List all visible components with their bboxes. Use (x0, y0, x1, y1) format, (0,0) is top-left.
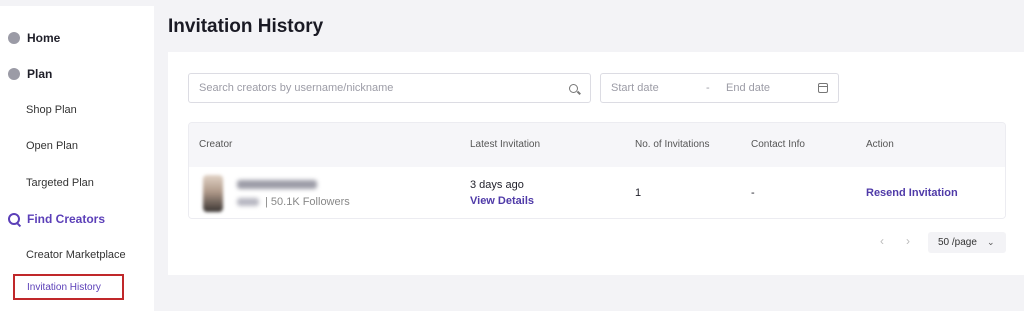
sidebar-item-label: Find Creators (27, 212, 106, 226)
sidebar: Home Plan Shop Plan Open Plan Targeted P… (0, 6, 154, 311)
creator-name-blurred[interactable] (237, 180, 317, 189)
content-card: Search creators by username/nickname Sta… (168, 52, 1024, 275)
sidebar-item-label: Open Plan (26, 140, 78, 152)
home-icon (8, 32, 20, 44)
invitation-table: Creator Latest Invitation No. of Invitat… (188, 122, 1006, 219)
column-header-creator: Creator (199, 139, 233, 150)
page-title: Invitation History (168, 16, 324, 37)
page-size-select[interactable]: 50 /page ⌄ (928, 232, 1006, 253)
sidebar-item-label: Home (27, 31, 61, 45)
sidebar-item-label: Invitation History (27, 281, 101, 293)
date-separator: - (706, 82, 710, 94)
date-range-picker[interactable]: Start date - End date (600, 73, 839, 103)
invitation-count: 1 (635, 187, 642, 199)
sidebar-item-creator-marketplace[interactable]: Creator Marketplace (26, 249, 126, 261)
sidebar-item-shop-plan[interactable]: Shop Plan (26, 104, 77, 116)
sidebar-item-invitation-history[interactable]: Invitation History (13, 274, 124, 300)
column-header-contact-info: Contact Info (751, 139, 805, 150)
search-input[interactable]: Search creators by username/nickname (188, 73, 591, 103)
column-header-no-of-invitations: No. of Invitations (635, 139, 710, 150)
sidebar-item-home[interactable]: Home (8, 31, 60, 45)
contact-info: - (751, 187, 755, 199)
search-placeholder: Search creators by username/nickname (199, 82, 394, 94)
view-details-link[interactable]: View Details (470, 195, 534, 207)
plan-icon (8, 68, 20, 80)
end-date-field[interactable]: End date (726, 82, 818, 94)
calendar-icon[interactable] (818, 83, 828, 93)
sidebar-item-label: Targeted Plan (26, 177, 94, 189)
column-header-action: Action (866, 139, 894, 150)
avatar[interactable] (203, 175, 223, 212)
column-header-latest-invitation: Latest Invitation (470, 139, 541, 150)
search-icon (8, 213, 20, 225)
table-row: | 50.1K Followers 3 days ago View Detail… (189, 167, 1005, 218)
search-icon[interactable] (569, 83, 578, 93)
page-size-value: 50 /page (938, 237, 977, 248)
latest-invitation-time: 3 days ago (470, 179, 524, 191)
creator-tag-blurred (237, 198, 259, 206)
next-page-icon[interactable]: › (906, 234, 910, 248)
sidebar-item-label: Creator Marketplace (26, 249, 126, 261)
sidebar-item-targeted-plan[interactable]: Targeted Plan (26, 177, 94, 189)
sidebar-item-find-creators[interactable]: Find Creators (8, 212, 105, 226)
chevron-down-icon: ⌄ (986, 237, 995, 247)
sidebar-item-plan[interactable]: Plan (8, 67, 52, 81)
sidebar-item-label: Plan (27, 67, 53, 81)
follower-count: | 50.1K Followers (265, 196, 350, 208)
table-header: Creator Latest Invitation No. of Invitat… (189, 123, 1005, 167)
sidebar-item-open-plan[interactable]: Open Plan (26, 140, 78, 152)
sidebar-item-label: Shop Plan (26, 104, 77, 116)
resend-invitation-button[interactable]: Resend Invitation (866, 187, 958, 199)
prev-page-icon[interactable]: ‹ (880, 234, 884, 248)
start-date-field[interactable]: Start date (611, 82, 706, 94)
